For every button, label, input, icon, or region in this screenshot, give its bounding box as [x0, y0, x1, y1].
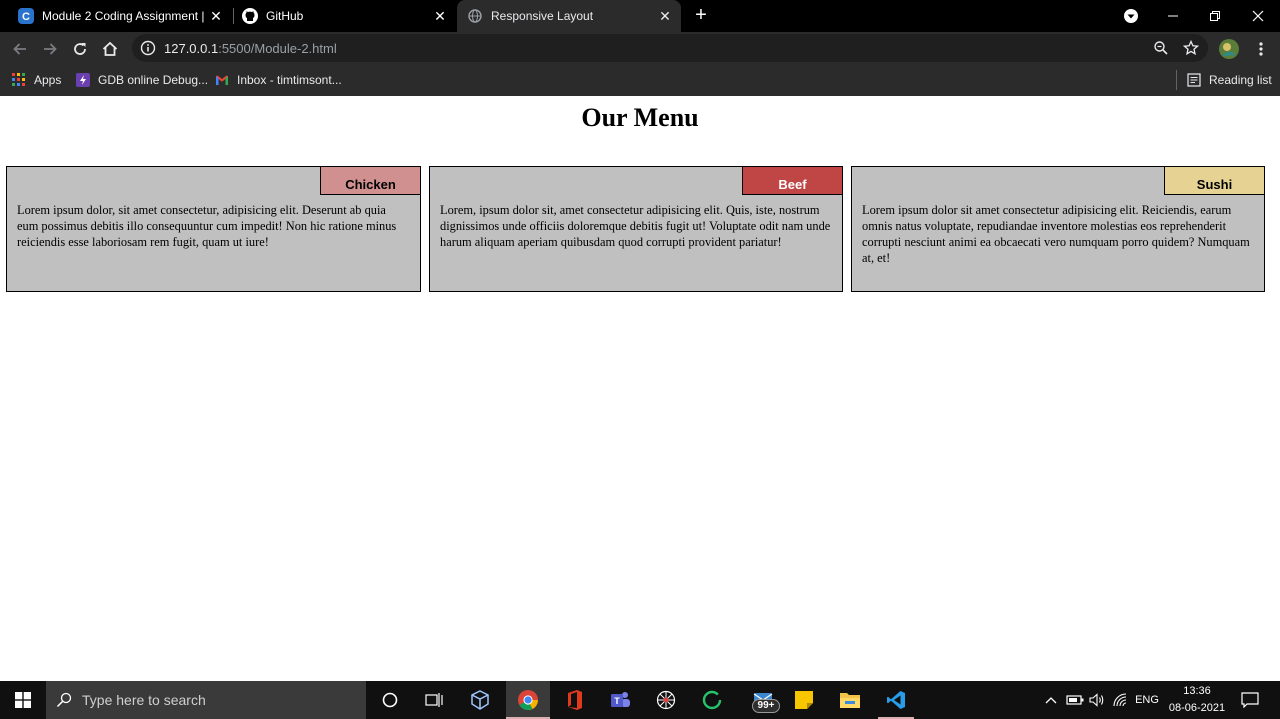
search-icon	[56, 692, 72, 708]
notification-badge: 99+	[752, 699, 780, 713]
web-page: Our Menu Chicken Lorem ipsum dolor, sit …	[0, 96, 1280, 681]
language-indicator[interactable]: ENG	[1133, 693, 1161, 708]
home-icon[interactable]	[98, 37, 122, 61]
svg-text:T: T	[614, 696, 620, 706]
kebab-menu-icon[interactable]	[1249, 37, 1273, 61]
chrome-taskbar-icon[interactable]	[506, 681, 550, 719]
bookmarks-bar: Apps GDB online Debug... Inbox - timtims…	[0, 65, 1280, 96]
url-path: :5500/Module-2.html	[218, 41, 337, 56]
windows-start-icon[interactable]	[0, 681, 46, 719]
zoom-icon[interactable]	[1153, 40, 1169, 61]
bookmark-star-icon[interactable]	[1182, 39, 1200, 61]
bookmark-label: Apps	[34, 73, 62, 87]
restore-icon[interactable]	[1193, 0, 1237, 32]
tab-strip: C Module 2 Coding Assignment | C ✕ GitHu…	[0, 0, 1280, 32]
profile-menu-icon[interactable]	[1109, 0, 1153, 32]
refresh-app-icon[interactable]	[690, 681, 734, 719]
chevron-up-icon[interactable]	[1040, 681, 1062, 719]
office-icon[interactable]	[552, 681, 596, 719]
close-window-icon[interactable]	[1236, 0, 1280, 32]
wifi-icon[interactable]	[1109, 681, 1131, 719]
card-text: Lorem ipsum dolor sit amet consectetur a…	[862, 203, 1250, 265]
close-tab-icon[interactable]: ✕	[206, 8, 226, 25]
browser-toolbar: 127.0.0.1:5500/Module-2.html	[0, 32, 1280, 65]
bookmark-gdb[interactable]: GDB online Debug...	[76, 71, 208, 89]
close-tab-icon[interactable]: ✕	[655, 8, 675, 25]
file-explorer-icon[interactable]	[828, 681, 872, 719]
back-icon[interactable]	[8, 37, 32, 61]
apps-grid-icon	[12, 73, 26, 87]
reload-icon[interactable]	[68, 37, 92, 61]
menu-card-beef: Beef Lorem, ipsum dolor sit, amet consec…	[429, 166, 843, 292]
url-host: 127.0.0.1	[164, 41, 219, 56]
cortana-icon[interactable]	[368, 681, 412, 719]
reading-list-icon	[1187, 73, 1201, 87]
site-info-icon[interactable]	[140, 40, 156, 56]
close-tab-icon[interactable]: ✕	[430, 8, 450, 25]
taskbar: Type here to search T 99+ ENG 13:36 08-0…	[0, 681, 1280, 719]
bookmark-label: Inbox - timtimsont...	[237, 73, 342, 87]
vscode-icon[interactable]	[874, 681, 918, 719]
reading-list-button[interactable]: Reading list	[1187, 71, 1272, 89]
task-view-icon[interactable]	[412, 681, 456, 719]
card-tag: Chicken	[320, 166, 421, 195]
card-tag: Sushi	[1164, 166, 1265, 195]
virtualbox-icon[interactable]	[458, 681, 502, 719]
clock-date[interactable]: 08-06-2021	[1164, 701, 1230, 716]
tab-module2[interactable]: C Module 2 Coding Assignment | C ✕	[0, 0, 232, 32]
globe-icon	[467, 8, 483, 24]
url-text: 127.0.0.1:5500/Module-2.html	[164, 41, 337, 56]
gmail-icon	[215, 73, 229, 87]
bookmark-gmail[interactable]: Inbox - timtimsont...	[215, 71, 342, 89]
svg-text:C: C	[22, 11, 30, 23]
tab-title: Module 2 Coding Assignment | C	[42, 9, 206, 23]
tab-github[interactable]: GitHub ✕	[224, 0, 456, 32]
bookmark-label: GDB online Debug...	[98, 73, 209, 87]
volume-icon[interactable]	[1086, 681, 1108, 719]
reading-list-label: Reading list	[1209, 73, 1272, 87]
notifications-icon[interactable]	[1236, 681, 1264, 719]
card-tag: Beef	[742, 166, 843, 195]
teams-icon[interactable]: T	[598, 681, 642, 719]
minimize-icon[interactable]	[1151, 0, 1195, 32]
new-tab-button[interactable]: +	[690, 4, 712, 26]
avatar[interactable]	[1217, 37, 1241, 61]
tab-title: GitHub	[266, 9, 304, 23]
page-title: Our Menu	[581, 103, 699, 132]
gdb-icon	[76, 73, 90, 87]
forward-icon[interactable]	[38, 37, 62, 61]
search-placeholder: Type here to search	[82, 692, 206, 708]
coursera-icon: C	[18, 8, 34, 24]
spider-app-icon[interactable]	[644, 681, 688, 719]
tab-responsive-layout[interactable]: Responsive Layout ✕	[457, 0, 681, 32]
card-text: Lorem, ipsum dolor sit, amet consectetur…	[440, 203, 831, 249]
sticky-notes-icon[interactable]	[782, 681, 826, 719]
bookmarks-divider	[1176, 70, 1177, 90]
menu-card-sushi: Sushi Lorem ipsum dolor sit amet consect…	[851, 166, 1265, 292]
clock-time[interactable]: 13:36	[1164, 684, 1230, 699]
taskbar-search-input[interactable]: Type here to search	[46, 681, 366, 719]
bookmark-apps[interactable]: Apps	[12, 71, 61, 89]
github-icon	[242, 8, 258, 24]
address-bar[interactable]: 127.0.0.1:5500/Module-2.html	[132, 34, 1208, 62]
card-text: Lorem ipsum dolor, sit amet consectetur,…	[17, 203, 397, 249]
battery-icon[interactable]	[1064, 681, 1086, 719]
menu-card-chicken: Chicken Lorem ipsum dolor, sit amet cons…	[6, 166, 421, 292]
tab-title: Responsive Layout	[491, 9, 594, 23]
